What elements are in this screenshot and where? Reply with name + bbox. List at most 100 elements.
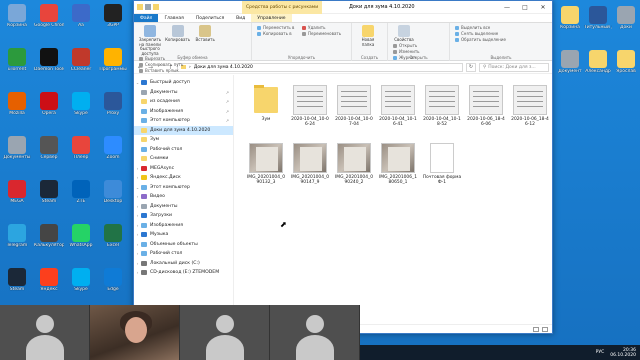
desktop-shortcut[interactable]: Opera (34, 92, 64, 116)
participant-tile[interactable] (270, 305, 360, 360)
file-item[interactable]: 2020-10-06_18-46-06 (464, 85, 508, 143)
tab-home[interactable]: Главная (158, 14, 189, 22)
details-view-icon[interactable] (533, 326, 539, 332)
desktop-shortcut[interactable]: 3GPP (98, 4, 128, 28)
desktop-shortcut[interactable]: WhatsApp (66, 224, 96, 248)
desktop-shortcut[interactable]: Титульный для видео (584, 6, 612, 30)
desktop-shortcut[interactable]: Документ (556, 50, 584, 74)
search-input[interactable]: ⚲ Поиск: Доки для з... (479, 62, 549, 72)
file-item[interactable]: 2020-10-04_10-16-41 (376, 85, 420, 143)
chevron-right-icon[interactable]: › (134, 204, 141, 209)
participant-tile[interactable] (0, 305, 90, 360)
nav-item[interactable]: › Музыка (134, 230, 233, 240)
clock[interactable]: 20:36 06.10.2020 (610, 348, 636, 358)
file-item[interactable]: 2020-10-04_10-18-52 (420, 85, 464, 143)
tab-file[interactable]: Файл (134, 14, 159, 22)
desktop-shortcut[interactable]: Яндекс (34, 268, 64, 292)
tab-manage[interactable]: Управление (251, 14, 292, 22)
nav-item[interactable]: › Загрузки (134, 211, 233, 221)
nav-item[interactable]: › Яндекс.Диск (134, 173, 233, 183)
nav-item[interactable]: Рабочий стол (134, 145, 233, 155)
nav-item[interactable]: из осадения ↗ (134, 97, 233, 107)
file-item[interactable]: IMG_20201006_180650_1 (376, 143, 420, 201)
desktop-shortcut[interactable]: Калькулятор (34, 224, 64, 248)
file-item[interactable]: IMG_20201004_090147_9 (288, 143, 332, 201)
chevron-right-icon[interactable]: › (134, 194, 141, 199)
desktop-shortcut[interactable]: Mozilla (2, 92, 32, 116)
nav-item[interactable]: Доки для зума 4.10.2020 (134, 125, 233, 135)
new-folder-icon[interactable] (153, 4, 159, 10)
desktop-shortcut[interactable]: Александр (584, 50, 612, 74)
nav-item[interactable]: Зум (134, 135, 233, 145)
desktop-shortcut[interactable]: Документы (2, 136, 32, 160)
desktop-shortcut[interactable]: Сервер (34, 136, 64, 160)
file-item[interactable]: Почтовая форма Ф-1 (420, 143, 464, 201)
copy-to-button[interactable]: Копировать в (257, 31, 294, 37)
properties-icon[interactable] (145, 4, 151, 10)
desktop-shortcut[interactable]: Steam (2, 268, 32, 292)
desktop-shortcut[interactable]: Steam (34, 180, 64, 204)
desktop-shortcut[interactable]: MEGA (2, 180, 32, 204)
chevron-right-icon[interactable]: › (134, 213, 141, 218)
new-folder-button[interactable]: Новая папка (355, 25, 381, 47)
desktop-shortcut[interactable]: Корзина (2, 4, 32, 28)
language-indicator[interactable]: РУС (596, 350, 605, 355)
desktop-shortcut[interactable]: Telegram (2, 224, 32, 248)
nav-item[interactable]: Снимки (134, 154, 233, 164)
nav-item[interactable]: › MEGAsync (134, 164, 233, 174)
refresh-button[interactable]: ↻ (466, 62, 476, 72)
desktop-shortcut[interactable]: Desktop (98, 180, 128, 204)
file-item[interactable]: 2020-10-04_10-06-24 (288, 85, 332, 143)
participant-tile-video[interactable] (90, 305, 180, 360)
properties-button[interactable]: Свойства (391, 25, 417, 43)
desktop-shortcut[interactable]: Корзина (556, 6, 584, 30)
desktop-shortcut[interactable]: Программы (98, 48, 128, 72)
chevron-right-icon[interactable]: › (134, 251, 141, 256)
nav-item[interactable]: › Документы (134, 202, 233, 212)
file-item[interactable]: IMG_20201004_090240_2 (332, 143, 376, 201)
paste-button[interactable]: Вставить (192, 25, 218, 43)
chevron-right-icon[interactable]: › (134, 270, 141, 275)
tab-view[interactable]: Вид (230, 14, 251, 22)
nav-item[interactable]: ⌄ Быстрый доступ (134, 78, 233, 88)
desktop-shortcut[interactable]: Google Chrome (34, 4, 64, 28)
chevron-right-icon[interactable]: › (134, 232, 141, 237)
chevron-right-icon[interactable]: › (134, 261, 141, 266)
maximize-button[interactable]: □ (516, 1, 534, 14)
nav-item[interactable]: › Изображения (134, 221, 233, 231)
desktop-shortcut[interactable]: Aa (66, 4, 96, 28)
nav-item[interactable]: Изображения ↗ (134, 107, 233, 117)
pin-button[interactable]: Закрепить на панели быстрого доступа (137, 25, 163, 56)
chevron-right-icon[interactable]: › (134, 242, 141, 247)
desktop-shortcut[interactable]: Proxy (98, 92, 128, 116)
nav-item[interactable]: › Видео (134, 192, 233, 202)
rename-button[interactable]: Переименовать (302, 31, 341, 37)
paste-shortcut-button[interactable]: Вставить ярлык (139, 68, 183, 74)
file-item[interactable]: 2020-10-04_10-07-04 (332, 85, 376, 143)
desktop-shortcut[interactable]: Skype (66, 268, 96, 292)
nav-item[interactable]: › CD-дисковод (E:) ZTEMODEM (134, 268, 233, 278)
invert-selection-button[interactable]: Обратить выделение (455, 37, 506, 43)
desktop-shortcut[interactable]: Zoom (98, 136, 128, 160)
desktop-shortcut[interactable]: CCleaner (66, 48, 96, 72)
desktop-shortcut[interactable]: uTorrent (2, 48, 32, 72)
desktop-shortcut[interactable]: Edge (98, 268, 128, 292)
desktop-shortcut[interactable]: Skype (66, 92, 96, 116)
close-button[interactable]: ✕ (534, 1, 552, 14)
participant-tile[interactable] (180, 305, 270, 360)
large-icons-view-icon[interactable] (542, 326, 548, 332)
nav-item[interactable]: Документы ↗ (134, 88, 233, 98)
chevron-down-icon[interactable]: ⌄ (134, 185, 141, 190)
address-field[interactable]: › Доки для зума 4.10.2020 (177, 62, 463, 72)
copy-button[interactable]: Копировать (165, 25, 191, 43)
desktop-shortcut[interactable]: Excel (98, 224, 128, 248)
desktop-shortcut[interactable]: Доки (612, 6, 640, 30)
tab-share[interactable]: Поделиться (190, 14, 230, 22)
file-item[interactable]: Зум (244, 85, 288, 143)
nav-item[interactable]: › Локальный диск (C:) (134, 259, 233, 269)
chevron-right-icon[interactable]: › (134, 166, 141, 171)
desktop-shortcut[interactable]: Плеер (66, 136, 96, 160)
nav-item[interactable]: › Рабочий стол (134, 249, 233, 259)
chevron-down-icon[interactable]: ⌄ (134, 80, 141, 85)
minimize-button[interactable]: — (498, 1, 516, 14)
